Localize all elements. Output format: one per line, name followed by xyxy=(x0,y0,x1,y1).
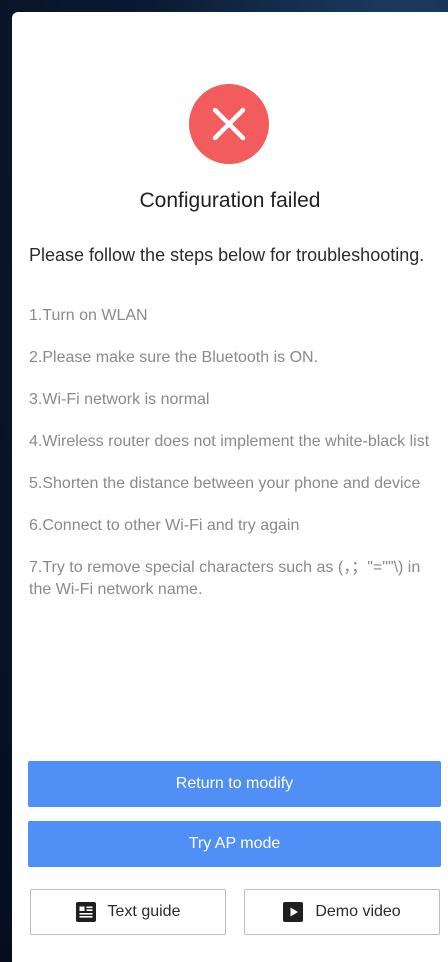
close-icon xyxy=(212,107,246,141)
text-guide-label: Text guide xyxy=(107,903,181,920)
return-to-modify-label: Return to modify xyxy=(175,775,294,792)
step-item: 3.Wi-Fi network is normal xyxy=(29,391,210,408)
step-item: 2.Please make sure the Bluetooth is ON. xyxy=(29,349,319,366)
text-guide-button[interactable]: Text guide xyxy=(30,889,226,935)
play-icon xyxy=(283,902,304,922)
step-item: 7.Try to remove special characters such … xyxy=(29,559,421,598)
document-icon xyxy=(75,902,96,922)
intro-text: Please follow the steps below for troubl… xyxy=(29,245,425,265)
step-item: 1.Turn on WLAN xyxy=(29,307,148,324)
error-badge xyxy=(189,84,269,164)
dialog-title: Configuration failed xyxy=(139,189,321,212)
step-item: 5.Shorten the distance between your phon… xyxy=(29,475,421,492)
try-ap-mode-button[interactable]: Try AP mode xyxy=(28,821,441,867)
step-item: 4.Wireless router does not implement the… xyxy=(29,433,430,450)
try-ap-mode-label: Try AP mode xyxy=(188,835,281,852)
demo-video-label: Demo video xyxy=(315,903,401,920)
return-to-modify-button[interactable]: Return to modify xyxy=(28,761,441,807)
config-failed-sheet: Configuration failed Please follow the s… xyxy=(12,12,448,962)
troubleshooting-steps: 1.Turn on WLAN 2.Please make sure the Bl… xyxy=(29,305,439,621)
demo-video-button[interactable]: Demo video xyxy=(244,889,440,935)
step-item: 6.Connect to other Wi-Fi and try again xyxy=(29,517,300,534)
